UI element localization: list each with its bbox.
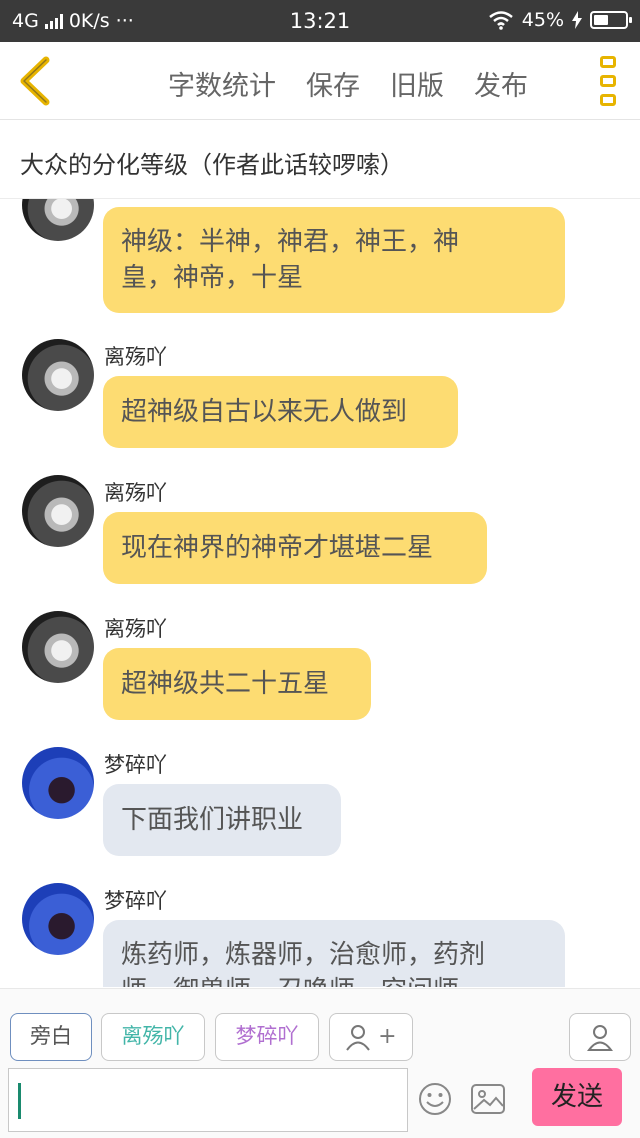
avatar[interactable] xyxy=(22,475,94,547)
back-icon[interactable] xyxy=(14,56,58,106)
battery-icon xyxy=(590,11,632,29)
avatar[interactable] xyxy=(22,339,94,411)
chat-list[interactable]: 神级：半神，神君，神王，神 皇，神帝，十星 离殇吖 超神级自古以来无人做到 离殇… xyxy=(0,199,640,987)
status-bar: 4G 0K/s ··· 13:21 45% xyxy=(0,0,640,42)
sender-name: 梦碎吖 xyxy=(104,889,167,913)
top-toolbar: 字数统计 保存 旧版 发布 xyxy=(0,42,640,120)
message-bubble[interactable]: 超神级共二十五星 xyxy=(103,648,371,720)
message-bubble[interactable]: 神级：半神，神君，神王，神 皇，神帝，十星 xyxy=(103,207,565,313)
plus-icon: + xyxy=(378,1024,397,1049)
publish-button[interactable]: 发布 xyxy=(474,64,528,103)
chapter-title[interactable]: 大众的分化等级（作者此话较啰嗦） xyxy=(0,121,640,199)
avatar[interactable] xyxy=(22,883,94,955)
message-line: 现在神界的神帝才堪堪二星 xyxy=(121,533,434,563)
send-button[interactable]: 发送 xyxy=(532,1068,622,1126)
add-role-button[interactable]: + xyxy=(329,1013,413,1061)
avatar[interactable] xyxy=(22,199,94,241)
message-line: 师，御兽师，召唤师，空间师， xyxy=(121,973,547,987)
image-icon[interactable] xyxy=(470,1082,506,1116)
role-chip[interactable]: 离殇吖 xyxy=(101,1013,205,1061)
text-caret xyxy=(18,1083,21,1119)
message-line: 皇，神帝，十星 xyxy=(121,263,304,293)
message-line: 下面我们讲职业 xyxy=(121,805,304,835)
message-bubble[interactable]: 超神级自古以来无人做到 xyxy=(103,376,458,448)
roles-manager-button[interactable] xyxy=(569,1013,631,1061)
message-line: 超神级共二十五星 xyxy=(121,669,330,699)
role-bar: 旁白 离殇吖 梦碎吖 + xyxy=(0,988,640,1062)
message-line: 超神级自古以来无人做到 xyxy=(121,397,408,427)
save-button[interactable]: 保存 xyxy=(306,64,360,103)
more-menu-icon[interactable] xyxy=(600,56,618,106)
status-right: 45% xyxy=(488,9,632,31)
message-bubble[interactable]: 下面我们讲职业 xyxy=(103,784,341,856)
battery-percent: 45% xyxy=(521,9,564,31)
avatar[interactable] xyxy=(22,747,94,819)
person-icon xyxy=(346,1025,371,1051)
charging-icon xyxy=(572,11,582,29)
sender-name: 离殇吖 xyxy=(104,345,167,369)
word-count-button[interactable]: 字数统计 xyxy=(168,64,276,103)
emoji-icon[interactable] xyxy=(418,1082,452,1116)
message-bubble[interactable]: 炼药师，炼器师，治愈师，药剂 师，御兽师，召唤师，空间师， xyxy=(103,920,565,987)
role-chip[interactable]: 梦碎吖 xyxy=(215,1013,319,1061)
person-icon xyxy=(587,1025,613,1051)
sender-name: 离殇吖 xyxy=(104,617,167,641)
message-line: 神级：半神，神君，神王，神 xyxy=(121,227,460,257)
sender-name: 离殇吖 xyxy=(104,481,167,505)
wifi-icon xyxy=(488,11,513,30)
message-input[interactable] xyxy=(8,1068,408,1132)
old-version-button[interactable]: 旧版 xyxy=(390,64,444,103)
message-bubble[interactable]: 现在神界的神帝才堪堪二星 xyxy=(103,512,487,584)
message-line: 炼药师，炼器师，治愈师，药剂 xyxy=(121,940,486,970)
role-narrator[interactable]: 旁白 xyxy=(10,1013,92,1061)
toolbar-actions: 字数统计 保存 旧版 发布 xyxy=(168,64,558,103)
avatar[interactable] xyxy=(22,611,94,683)
input-bar: 发送 xyxy=(0,1062,640,1138)
sender-name: 梦碎吖 xyxy=(104,753,167,777)
